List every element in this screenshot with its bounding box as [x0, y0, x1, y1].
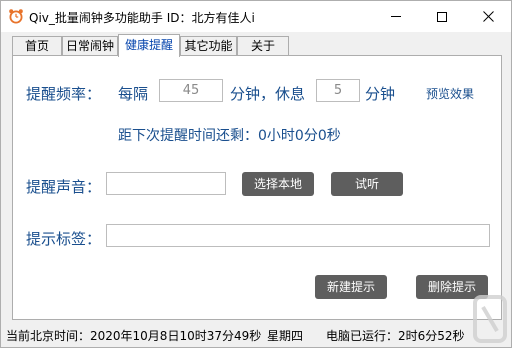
listen-button[interactable]: 试听: [331, 172, 403, 196]
close-button[interactable]: [465, 1, 511, 32]
beijing-time-status: 当前北京时间：2020年10月8日10时37分49秒: [6, 329, 262, 343]
frequency-label: 提醒频率：: [26, 85, 102, 103]
health-reminder-panel: 提醒频率： 每隔 45 分钟，休息 5 分钟 预览效果 距下次提醒时间还剩：0小…: [12, 55, 502, 320]
minimize-icon: [391, 16, 401, 17]
uptime-status: 电脑已运行：2时6分52秒: [326, 329, 465, 343]
tab-health-reminder[interactable]: 健康提醒: [118, 34, 180, 57]
weekday-status: 星期四: [267, 329, 304, 343]
maximize-icon: [437, 11, 447, 22]
new-reminder-button[interactable]: 新建提示: [315, 275, 387, 299]
close-icon: [482, 11, 494, 22]
maximize-button[interactable]: [419, 1, 465, 32]
countdown-text: 距下次提醒时间还剩：0小时0分0秒: [118, 128, 341, 144]
status-bar: 当前北京时间：2020年10月8日10时37分49秒 星期四 电脑已运行：2时6…: [1, 323, 511, 347]
tab-home[interactable]: 首页: [12, 36, 62, 56]
sound-path-input[interactable]: [106, 172, 226, 195]
rest-input[interactable]: 5: [316, 79, 360, 102]
window-title: Qiv_批量闹钟多功能助手 ID：北方有佳人i: [29, 11, 255, 25]
tag-label: 提示标签：: [26, 230, 102, 248]
minutes-label: 分钟: [365, 85, 396, 103]
app-window: Qiv_批量闹钟多功能助手 ID：北方有佳人i 首页 日常闹钟 健康提醒 其它功…: [0, 0, 512, 348]
preview-effect-link[interactable]: 预览效果: [426, 85, 474, 102]
interval-input[interactable]: 45: [159, 79, 223, 102]
tab-about[interactable]: 关于: [237, 36, 289, 56]
watermark-logo-icon: [473, 295, 507, 343]
tag-input[interactable]: [106, 224, 490, 247]
every-label: 每隔: [118, 85, 149, 103]
minimize-button[interactable]: [373, 1, 419, 32]
tab-other-functions[interactable]: 其它功能: [180, 36, 237, 56]
minutes-rest-label: 分钟，休息: [230, 85, 306, 103]
title-bar[interactable]: Qiv_批量闹钟多功能助手 ID：北方有佳人i: [1, 1, 511, 32]
alarm-clock-icon: [9, 9, 23, 24]
sound-label: 提醒声音：: [26, 178, 102, 196]
tab-daily-alarm[interactable]: 日常闹钟: [62, 36, 118, 56]
choose-local-button[interactable]: 选择本地: [242, 172, 314, 196]
